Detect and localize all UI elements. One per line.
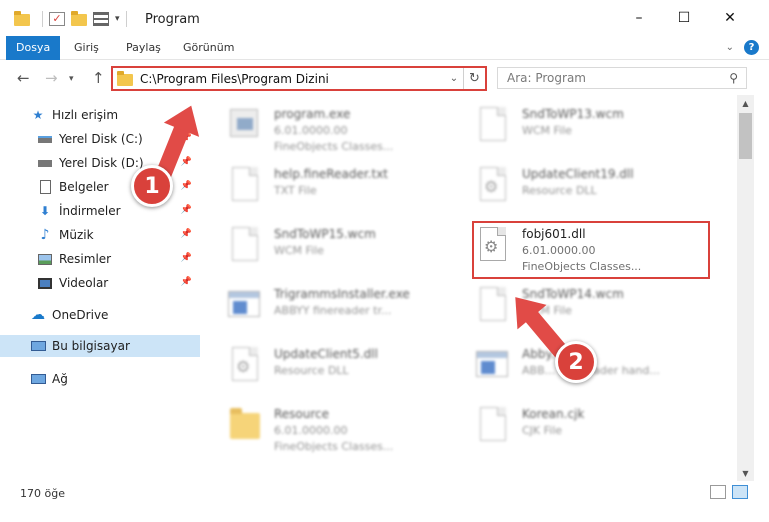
ribbon-tabs: Dosya Giriş Paylaş Görünüm ⌄ ? [0,36,769,60]
search-placeholder: Ara: Program [507,71,586,85]
step-badge-2: 2 [555,341,597,383]
address-dropdown-icon[interactable]: ⌄ [445,73,463,84]
pin-icon[interactable]: 📌 [181,157,192,167]
window-title: Program [145,12,200,27]
customize-toolbar-icon[interactable]: ▾ [115,14,120,24]
search-icon: ⚲ [729,71,738,85]
pin-icon[interactable]: 📌 [181,181,192,191]
sidebar-item-videos[interactable]: Videolar 📌 [0,272,200,294]
file-item[interactable]: SndToWP13.wcm WCM File [452,99,692,155]
music-icon: ♪ [40,227,50,243]
exe-icon [228,107,262,149]
file-list: program.exe 6.01.0000.00 FineObjects Cla… [204,95,736,475]
navigation-bar: ← → ▾ ↑ C:\Program Files\Program Dizini … [0,61,769,95]
file-item[interactable]: TrigrammsInstaller.exe ABBYY finereader … [204,279,444,335]
file-icon [476,107,510,149]
back-arrow-icon[interactable]: ← [17,69,30,87]
drive-icon [37,132,53,146]
pin-icon[interactable]: 📌 [181,205,192,215]
file-item[interactable]: Korean.cjk CJK File [452,399,692,455]
download-icon: ⬇ [39,204,51,218]
scroll-down-icon[interactable]: ▼ [737,465,754,481]
folder-icon [14,11,30,26]
pin-icon[interactable]: 📌 [181,253,192,263]
file-item[interactable]: Resource 6.01.0000.00 FineObjects Classe… [204,399,444,455]
tab-dosya[interactable]: Dosya [6,36,61,60]
cloud-icon: ☁ [31,307,45,323]
file-item[interactable]: help.fineReader.txt TXT File [204,159,444,215]
tab-paylas[interactable]: Paylaş [116,36,171,60]
tab-gorunum[interactable]: Görünüm [173,36,244,60]
refresh-icon[interactable]: ↻ [463,68,485,89]
maximize-button[interactable]: ☐ [661,6,707,30]
sidebar-item-network[interactable]: Ağ [0,368,200,390]
minimize-button[interactable]: – [616,6,662,30]
drive-icon [37,156,53,170]
network-icon [30,372,46,386]
sidebar-item-music[interactable]: ♪ Müzik 📌 [0,224,200,246]
step-badge-1: 1 [131,165,173,207]
target-file-highlight [472,221,710,279]
new-folder-icon[interactable] [71,11,87,26]
app-icon [228,287,262,329]
folder-icon [228,407,262,449]
view-options-icon[interactable] [93,12,109,26]
computer-icon [30,339,46,353]
scroll-thumb[interactable] [739,113,752,159]
search-input[interactable]: Ara: Program ⚲ [497,67,747,89]
tab-giris[interactable]: Giriş [64,36,109,60]
up-arrow-icon[interactable]: ↑ [92,69,105,87]
file-item[interactable]: program.exe 6.01.0000.00 FineObjects Cla… [204,99,444,155]
file-item[interactable]: SndToWP14.wcm WCM File [452,279,692,335]
recent-locations-icon[interactable]: ▾ [69,74,74,84]
quick-access-toolbar: ✓ ▾ [14,10,133,28]
file-item[interactable]: ⚙ UpdateClient5.dll Resource DLL [204,339,444,395]
address-bar[interactable]: C:\Program Files\Program Dizini ⌄ ↻ [111,66,487,91]
pictures-icon [37,252,53,266]
scroll-up-icon[interactable]: ▲ [737,95,754,111]
properties-check-icon[interactable]: ✓ [49,12,65,26]
forward-arrow-icon[interactable]: → [45,69,58,87]
sidebar-item-pictures[interactable]: Resimler 📌 [0,248,200,270]
file-item[interactable]: ⚙ UpdateClient19.dll Resource DLL [452,159,692,215]
large-icons-view-icon[interactable] [732,485,748,499]
pin-icon[interactable]: 📌 [181,229,192,239]
star-icon: ★ [32,108,44,122]
file-icon [476,407,510,449]
file-icon [228,167,262,209]
close-button[interactable]: ✕ [707,6,753,30]
pin-icon[interactable]: 📌 [181,277,192,287]
sidebar-item-this-pc[interactable]: Bu bilgisayar [0,335,200,357]
dll-icon: ⚙ [228,347,262,389]
title-bar: ✓ ▾ Program – ☐ ✕ [0,0,769,36]
expand-ribbon-icon[interactable]: ⌄ [726,42,734,53]
details-view-icon[interactable] [710,485,726,499]
help-icon[interactable]: ? [744,40,759,55]
video-icon [37,276,53,290]
sidebar-item-onedrive[interactable]: ☁ OneDrive [0,304,200,326]
vertical-scrollbar[interactable]: ▲ ▼ [737,95,754,481]
sidebar-item-downloads[interactable]: ⬇ İndirmeler 📌 [0,200,200,222]
dll-icon: ⚙ [476,167,510,209]
documents-icon [37,180,53,194]
file-item[interactable]: SndToWP15.wcm WCM File [204,219,444,275]
status-bar: 170 öğe [0,481,769,505]
folder-icon [117,71,133,86]
app-icon [476,347,510,389]
item-count: 170 öğe [20,487,65,500]
address-path[interactable]: C:\Program Files\Program Dizini [140,72,445,86]
file-icon [228,227,262,269]
